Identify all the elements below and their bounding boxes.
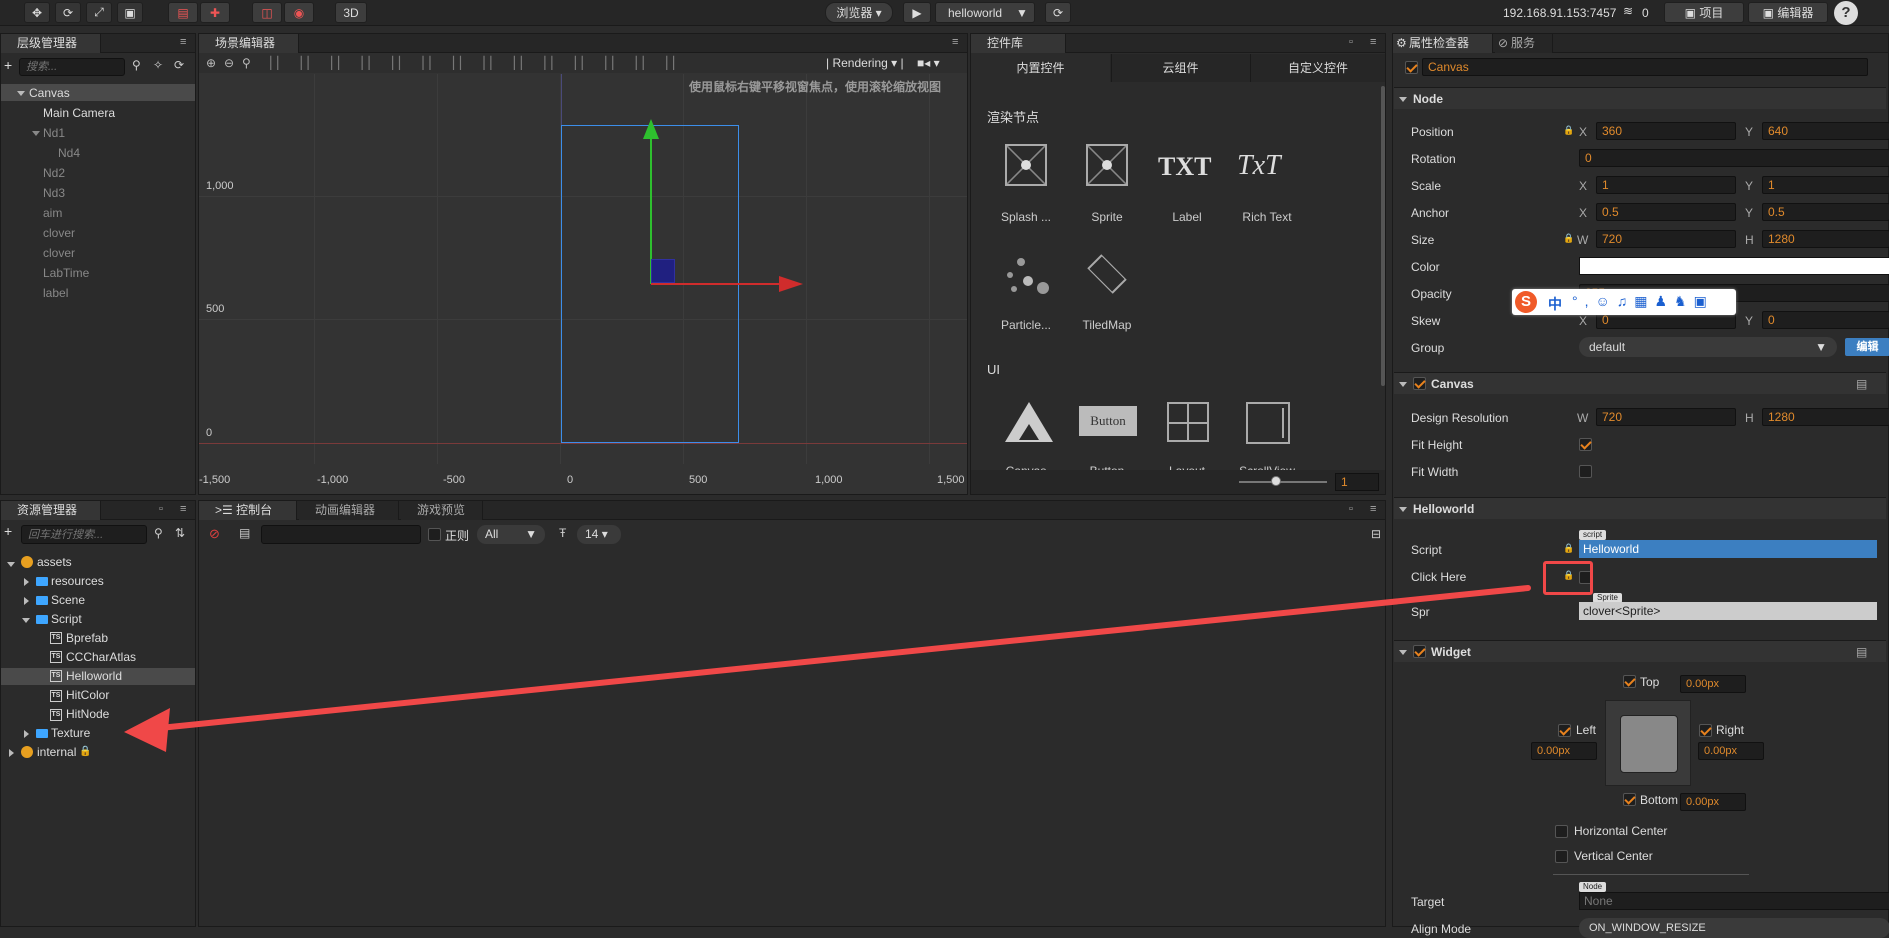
annotation-arrow xyxy=(124,585,1531,752)
